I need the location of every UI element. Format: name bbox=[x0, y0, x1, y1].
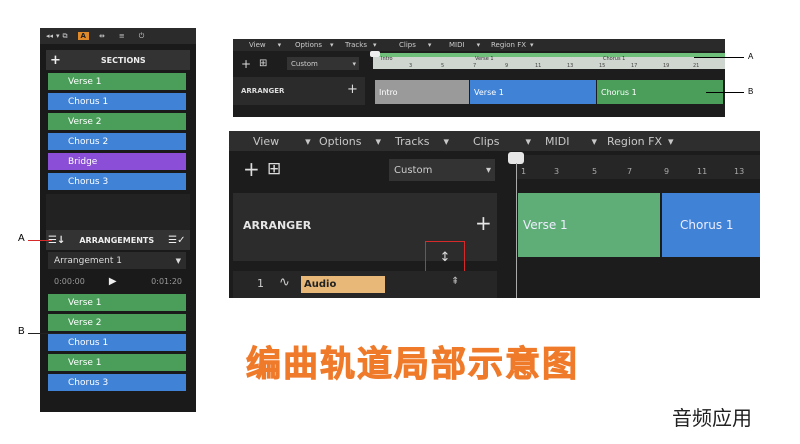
menu-tracks[interactable]: Tracks ▾ bbox=[395, 131, 449, 151]
ruler-tick: 9 bbox=[664, 167, 670, 176]
preset-select[interactable]: Custom ▾ bbox=[287, 57, 359, 70]
arrangement-select[interactable]: Arrangement 1 ▼ bbox=[48, 252, 186, 269]
transport-row: 0:00:00 ▶ 0:01:20 bbox=[54, 276, 182, 287]
menu-midi[interactable]: MIDI ▾ bbox=[449, 39, 480, 51]
track-number: 1 bbox=[257, 277, 264, 290]
ruler-tick: 19 bbox=[663, 63, 670, 69]
menu-icon[interactable]: ≡ bbox=[119, 32, 125, 40]
ruler-section-chorus: Chorus 1 bbox=[603, 56, 626, 62]
arrangement-item[interactable]: Verse 2 bbox=[48, 314, 186, 331]
callout-b-right: B bbox=[748, 87, 754, 96]
arranger-inspector-panel: ◂◂ ▾ ⧉ A ⇹ ≡ ⏻ + SECTIONS Verse 1 Chorus… bbox=[40, 28, 196, 412]
arranger-tab-icon[interactable]: A bbox=[77, 32, 89, 40]
ruler-tick: 17 bbox=[631, 63, 638, 69]
sections-header: + SECTIONS bbox=[46, 50, 190, 70]
add-section-icon[interactable]: + bbox=[475, 211, 492, 235]
ruler-tick: 7 bbox=[627, 167, 633, 176]
ruler-tick: 3 bbox=[554, 167, 560, 176]
ruler-tick: 11 bbox=[697, 167, 708, 176]
expand-icon[interactable]: ⇹ bbox=[99, 32, 105, 40]
caption-title: 编曲轨道局部示意图 bbox=[245, 345, 580, 386]
ruler-section-intro: Intro bbox=[381, 56, 393, 62]
add-folder-icon[interactable]: ⊞ bbox=[267, 159, 281, 179]
play-icon[interactable]: ▶ bbox=[109, 276, 117, 287]
preset-select[interactable]: Custom ▾ bbox=[389, 159, 495, 181]
watermark: 音频应用 bbox=[672, 406, 752, 430]
arranger-label: ARRANGER bbox=[241, 87, 285, 95]
arrangement-item[interactable]: Chorus 1 bbox=[48, 334, 186, 351]
ruler-tick: 13 bbox=[734, 167, 745, 176]
copy-icon[interactable]: ⧉ bbox=[63, 32, 68, 41]
ruler-tick: 21 bbox=[693, 63, 700, 69]
small-arranger-view: View ▾ Options ▾ Tracks ▾ Clips ▾ MIDI ▾ Regi… bbox=[233, 39, 725, 117]
chevron-down-icon: ▾ bbox=[485, 164, 491, 176]
section-block[interactable]: Chorus 1 bbox=[597, 80, 723, 104]
ruler-section-verse: Verse 1 bbox=[475, 56, 494, 62]
panel-toolbar: ◂◂ ▾ ⧉ A ⇹ ≡ ⏻ bbox=[40, 28, 196, 44]
section-block[interactable]: Chorus 1 bbox=[662, 193, 760, 257]
callout-b-left-line bbox=[28, 333, 120, 334]
section-item[interactable]: Verse 2 bbox=[48, 113, 186, 130]
menu-clips[interactable]: Clips ▾ bbox=[399, 39, 431, 51]
menu-options[interactable]: Options ▾ bbox=[319, 131, 381, 151]
ruler-tick: 1 bbox=[521, 167, 527, 176]
arranger-label: ARRANGER bbox=[243, 219, 312, 232]
playhead-line bbox=[516, 163, 517, 298]
menu-view[interactable]: View ▾ bbox=[249, 39, 281, 51]
dropdown-icon[interactable]: ▾ bbox=[56, 32, 60, 40]
arrangement-item[interactable]: Chorus 3 bbox=[48, 374, 186, 391]
section-block[interactable]: Verse 1 bbox=[470, 80, 596, 104]
section-block[interactable]: Verse 1 bbox=[518, 193, 660, 257]
small-ruler-section-bar bbox=[373, 53, 725, 57]
arrangement-item[interactable]: Verse 1 bbox=[48, 294, 186, 311]
section-item[interactable]: Bridge bbox=[48, 153, 186, 170]
add-folder-icon[interactable]: ⊞ bbox=[259, 58, 267, 69]
playhead-handle[interactable] bbox=[370, 51, 380, 57]
add-section-icon[interactable]: + bbox=[347, 82, 358, 97]
arrangements-header: ☰↓ ARRANGEMENTS ☰✓ bbox=[46, 230, 190, 250]
ruler-tick: 3 bbox=[409, 63, 413, 69]
add-section-icon[interactable]: + bbox=[50, 53, 61, 68]
collapse-icon[interactable]: ◂◂ bbox=[46, 32, 53, 40]
track-name-field[interactable]: Audio bbox=[301, 276, 385, 293]
menu-clips[interactable]: Clips ▾ bbox=[473, 131, 531, 151]
resize-handle-icon[interactable]: ↕ bbox=[425, 241, 465, 273]
section-block[interactable]: Intro bbox=[375, 80, 469, 104]
section-item[interactable]: Chorus 1 bbox=[48, 93, 186, 110]
menu-options[interactable]: Options ▾ bbox=[295, 39, 334, 51]
arrangement-check-icon[interactable]: ☰✓ bbox=[168, 235, 185, 246]
menu-midi[interactable]: MIDI ▾ bbox=[545, 131, 597, 151]
audio-waveform-icon: ∿ bbox=[279, 275, 290, 290]
section-item[interactable]: Verse 1 bbox=[48, 73, 186, 90]
large-arranger-view: View ▾ Options ▾ Tracks ▾ Clips ▾ MIDI ▾ Regi… bbox=[229, 131, 760, 298]
ruler-tick: 11 bbox=[535, 63, 542, 69]
menu-region-fx[interactable]: Region FX ▾ bbox=[607, 131, 674, 151]
arrangement-item[interactable]: Verse 1 bbox=[48, 354, 186, 371]
add-track-icon[interactable]: + bbox=[243, 157, 260, 181]
ruler-tick: 9 bbox=[505, 63, 509, 69]
menu-region-fx[interactable]: Region FX ▾ bbox=[491, 39, 534, 51]
callout-a-right-line bbox=[694, 57, 744, 58]
ruler-tick: 5 bbox=[592, 167, 598, 176]
track-expand-icon[interactable]: ⇞ bbox=[451, 276, 459, 287]
power-icon[interactable]: ⏻ bbox=[139, 32, 145, 41]
callout-a-left-line bbox=[28, 240, 52, 241]
callout-a-right: A bbox=[748, 52, 754, 61]
ruler-tick: 15 bbox=[599, 63, 606, 69]
callout-b-right-line bbox=[706, 92, 744, 93]
section-item[interactable]: Chorus 3 bbox=[48, 173, 186, 190]
callout-a-left: A bbox=[18, 233, 25, 244]
menu-tracks[interactable]: Tracks ▾ bbox=[345, 39, 376, 51]
add-track-icon[interactable]: + bbox=[241, 57, 251, 71]
chevron-down-icon: ▾ bbox=[352, 59, 356, 68]
ruler-tick: 5 bbox=[441, 63, 445, 69]
callout-b-left: B bbox=[18, 326, 25, 337]
ruler-tick: 13 bbox=[567, 63, 574, 69]
sections-empty-area bbox=[46, 194, 190, 230]
section-item[interactable]: Chorus 2 bbox=[48, 133, 186, 150]
ruler-tick: 7 bbox=[473, 63, 477, 69]
menu-view[interactable]: View ▾ bbox=[253, 131, 311, 151]
large-ruler bbox=[516, 155, 760, 179]
chevron-down-icon: ▼ bbox=[175, 256, 181, 265]
